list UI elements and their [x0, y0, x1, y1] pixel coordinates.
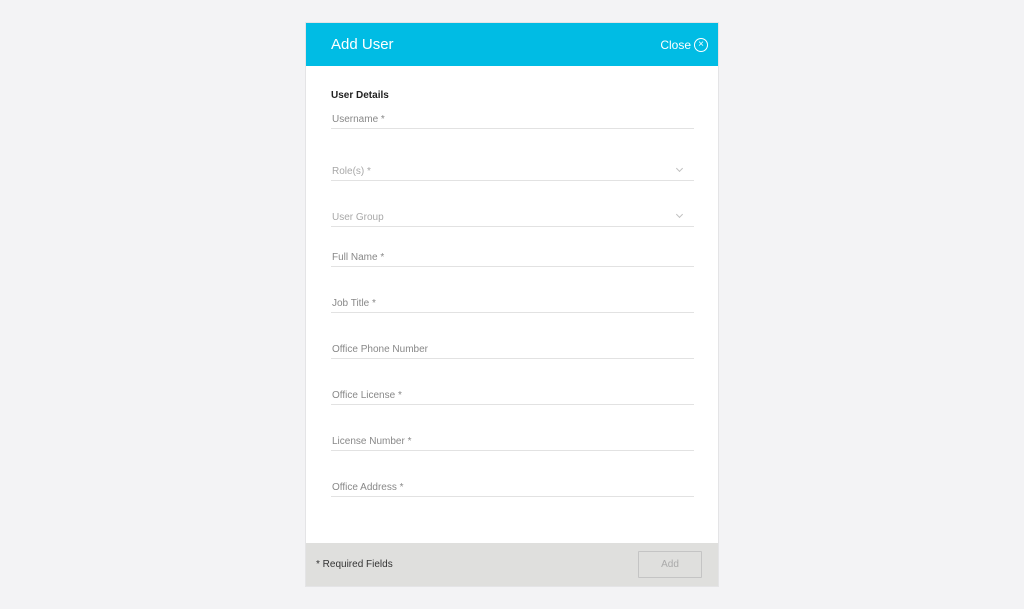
user-group-input[interactable] — [331, 208, 694, 227]
office-address-input[interactable] — [331, 478, 694, 497]
required-fields-note: * Required Fields — [316, 559, 393, 570]
office-license-field[interactable] — [331, 385, 694, 405]
office-phone-number-field[interactable] — [331, 339, 694, 359]
close-icon: × — [694, 37, 708, 52]
full-name-field[interactable] — [331, 247, 694, 267]
full-name-input[interactable] — [331, 248, 694, 267]
office-phone-number-input[interactable] — [331, 340, 694, 359]
license-number-field[interactable] — [331, 431, 694, 451]
add-user-dialog: Add User Close × User Details Username *… — [305, 22, 719, 587]
section-title: User Details — [331, 90, 389, 101]
job-title-input[interactable] — [331, 294, 694, 313]
license-number-input[interactable] — [331, 432, 694, 451]
office-license-input[interactable] — [331, 386, 694, 405]
dialog-title: Add User — [331, 36, 394, 53]
roles-input[interactable] — [331, 162, 694, 181]
add-button[interactable]: Add — [638, 551, 702, 578]
job-title-field[interactable] — [331, 293, 694, 313]
dialog-header: Add User Close × — [306, 23, 718, 66]
close-button[interactable]: Close × — [660, 37, 708, 52]
user-group-select[interactable] — [331, 207, 694, 227]
dialog-footer: * Required Fields Add — [306, 543, 718, 586]
dialog-body: User Details — [306, 66, 718, 544]
office-address-field[interactable] — [331, 477, 694, 497]
close-label: Close — [660, 37, 691, 52]
roles-select[interactable] — [331, 161, 694, 181]
username-input[interactable] — [331, 110, 694, 129]
username-field[interactable] — [331, 109, 694, 129]
